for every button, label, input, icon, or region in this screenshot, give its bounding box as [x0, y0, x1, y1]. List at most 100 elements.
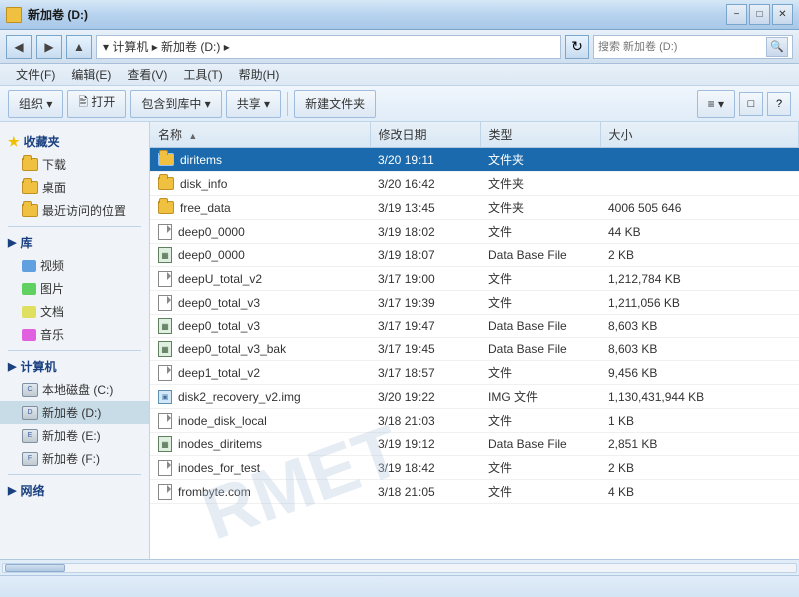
- music-icon: [22, 329, 36, 341]
- refresh-button[interactable]: ↻: [565, 35, 589, 59]
- db-icon: ▦: [158, 247, 172, 263]
- table-row[interactable]: ▣ disk2_recovery_v2.img 3/20 19:22 IMG 文…: [150, 385, 799, 409]
- menu-help[interactable]: 帮助(H): [231, 64, 288, 85]
- view-toggle-button[interactable]: □: [739, 92, 763, 116]
- title-bar-text: 新加卷 (D:): [28, 6, 726, 23]
- cell-size: 8,603 KB: [600, 338, 799, 361]
- sidebar-item-downloads[interactable]: 下载: [0, 153, 149, 176]
- table-row[interactable]: free_data 3/19 13:45 文件夹 4006 505 646: [150, 196, 799, 220]
- table-row[interactable]: ▦ deep0_0000 3/19 18:07 Data Base File 2…: [150, 244, 799, 267]
- menu-view[interactable]: 查看(V): [119, 64, 175, 85]
- sidebar-computer-header[interactable]: ▶ 计算机: [0, 355, 149, 378]
- menu-file[interactable]: 文件(F): [8, 64, 63, 85]
- sidebar-item-music[interactable]: 音乐: [0, 323, 149, 346]
- cell-type: 文件: [480, 409, 600, 433]
- sidebar-recent-label: 最近访问的位置: [42, 202, 126, 219]
- sidebar-computer-label: 计算机: [20, 358, 56, 375]
- sidebar-item-newvol-e[interactable]: E 新加卷 (E:): [0, 424, 149, 447]
- col-modified[interactable]: 修改日期: [370, 122, 480, 148]
- file-name: deep0_total_v3: [178, 319, 260, 333]
- new-folder-button[interactable]: 新建文件夹: [294, 90, 376, 118]
- table-row[interactable]: frombyte.com 3/18 21:05 文件 4 KB: [150, 480, 799, 504]
- include-button[interactable]: 包含到库中 ▾: [130, 90, 221, 118]
- sidebar-divider-2: [8, 350, 141, 351]
- table-row[interactable]: inode_disk_local 3/18 21:03 文件 1 KB: [150, 409, 799, 433]
- sidebar-item-video[interactable]: 视频: [0, 254, 149, 277]
- folder-icon: [158, 177, 174, 190]
- db-icon: ▦: [158, 341, 172, 357]
- close-button[interactable]: ✕: [772, 4, 793, 25]
- menu-tools[interactable]: 工具(T): [175, 64, 230, 85]
- sidebar-item-doc[interactable]: 文档: [0, 300, 149, 323]
- drive-e-icon: E: [22, 429, 38, 443]
- menu-edit[interactable]: 编辑(E): [63, 64, 119, 85]
- sidebar-library-header[interactable]: ▶ 库: [0, 231, 149, 254]
- table-row[interactable]: deepU_total_v2 3/17 19:00 文件 1,212,784 K…: [150, 267, 799, 291]
- folder-icon: [158, 201, 174, 214]
- image-icon: [22, 283, 36, 295]
- scrollbar-thumb[interactable]: [5, 564, 65, 572]
- search-input[interactable]: [598, 41, 766, 53]
- address-path[interactable]: ▾ 计算机 ▸ 新加卷 (D:) ▸: [96, 35, 561, 59]
- table-row[interactable]: ▦ inodes_diritems 3/19 19:12 Data Base F…: [150, 433, 799, 456]
- sidebar-computer-section: ▶ 计算机 C 本地磁盘 (C:) D 新加卷 (D:) E 新加卷 (E:) …: [0, 355, 149, 470]
- cell-type: Data Base File: [480, 315, 600, 338]
- table-row[interactable]: diritems 3/20 19:11 文件夹: [150, 148, 799, 172]
- file-icon: [158, 295, 172, 311]
- cell-modified: 3/18 21:03: [370, 409, 480, 433]
- doc-icon: [22, 306, 36, 318]
- table-row[interactable]: deep0_total_v3 3/17 19:39 文件 1,211,056 K…: [150, 291, 799, 315]
- file-name: inode_disk_local: [178, 414, 267, 428]
- cell-name: deepU_total_v2: [150, 267, 370, 291]
- cell-size: 2,851 KB: [600, 433, 799, 456]
- sidebar-item-recent[interactable]: 最近访问的位置: [0, 199, 149, 222]
- horizontal-scrollbar[interactable]: [0, 559, 799, 575]
- sidebar-favorites-header[interactable]: ★ 收藏夹: [0, 130, 149, 153]
- minimize-button[interactable]: −: [726, 4, 747, 25]
- open-button[interactable]: 🖹 打开: [67, 90, 126, 118]
- help-button[interactable]: ?: [767, 92, 791, 116]
- file-icon: [158, 365, 172, 381]
- maximize-button[interactable]: □: [749, 4, 770, 25]
- sidebar-item-desktop[interactable]: 桌面: [0, 176, 149, 199]
- status-bar: [0, 575, 799, 597]
- search-box: 🔍: [593, 35, 793, 59]
- sidebar-network-label: 网络: [20, 482, 44, 499]
- file-name: deep0_total_v3: [178, 296, 260, 310]
- cell-modified: 3/17 18:57: [370, 361, 480, 385]
- sidebar-network-header[interactable]: ▶ 网络: [0, 479, 149, 502]
- view-options-button[interactable]: ≡ ▾: [697, 90, 735, 118]
- share-button[interactable]: 共享 ▾: [226, 90, 281, 118]
- cell-size: 1,211,056 KB: [600, 291, 799, 315]
- col-type[interactable]: 类型: [480, 122, 600, 148]
- table-row[interactable]: inodes_for_test 3/19 18:42 文件 2 KB: [150, 456, 799, 480]
- title-bar-buttons: − □ ✕: [726, 4, 793, 25]
- table-row[interactable]: deep0_0000 3/19 18:02 文件 44 KB: [150, 220, 799, 244]
- table-row[interactable]: ▦ deep0_total_v3 3/17 19:47 Data Base Fi…: [150, 315, 799, 338]
- file-icon: [158, 413, 172, 429]
- organize-button[interactable]: 组织 ▾: [8, 90, 63, 118]
- up-button[interactable]: ▲: [66, 35, 92, 59]
- sidebar-item-newvol-d[interactable]: D 新加卷 (D:): [0, 401, 149, 424]
- forward-button[interactable]: ▶: [36, 35, 62, 59]
- cell-type: 文件: [480, 220, 600, 244]
- file-list-container[interactable]: 名称 ▲ 修改日期 类型 大小: [150, 122, 799, 559]
- cell-name: diritems: [150, 148, 370, 172]
- cell-modified: 3/19 13:45: [370, 196, 480, 220]
- col-size[interactable]: 大小: [600, 122, 799, 148]
- toolbar-right: ≡ ▾ □ ?: [697, 90, 791, 118]
- col-name[interactable]: 名称 ▲: [150, 122, 370, 148]
- sidebar-item-newvol-f[interactable]: F 新加卷 (F:): [0, 447, 149, 470]
- table-row[interactable]: ▦ deep0_total_v3_bak 3/17 19:45 Data Bas…: [150, 338, 799, 361]
- file-icon: [158, 484, 172, 500]
- cell-modified: 3/17 19:45: [370, 338, 480, 361]
- table-row[interactable]: deep1_total_v2 3/17 18:57 文件 9,456 KB: [150, 361, 799, 385]
- cell-name: free_data: [150, 196, 370, 220]
- sidebar-item-image[interactable]: 图片: [0, 277, 149, 300]
- back-button[interactable]: ◀: [6, 35, 32, 59]
- sidebar-item-local-disk[interactable]: C 本地磁盘 (C:): [0, 378, 149, 401]
- sidebar: ★ 收藏夹 下载 桌面 最近访问的位置: [0, 122, 150, 559]
- table-row[interactable]: disk_info 3/20 16:42 文件夹: [150, 172, 799, 196]
- cell-size: 8,603 KB: [600, 315, 799, 338]
- search-button[interactable]: 🔍: [766, 37, 788, 57]
